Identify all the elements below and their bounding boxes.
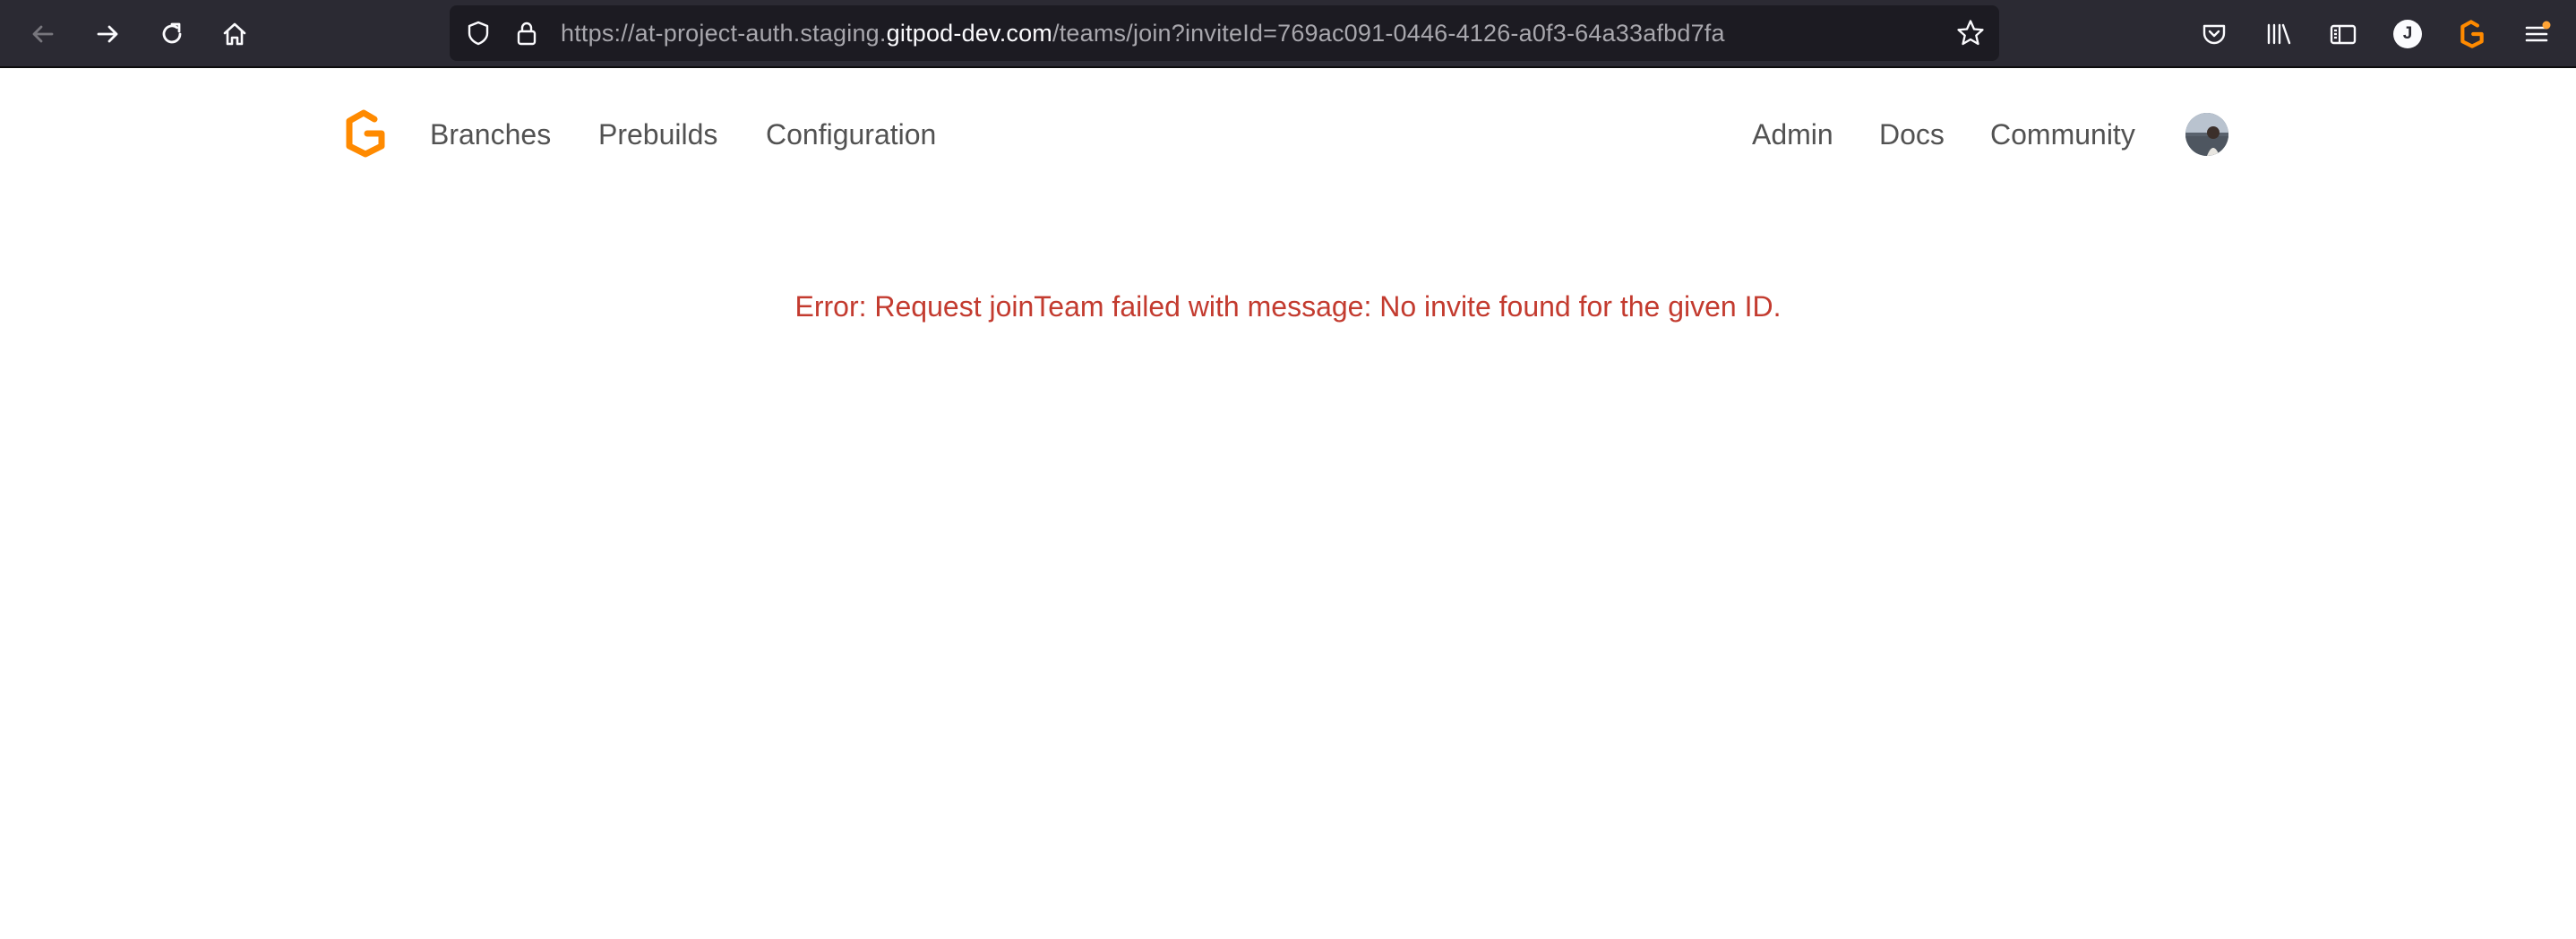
back-icon: [32, 25, 54, 43]
home-button[interactable]: [213, 13, 256, 56]
pocket-icon: [2202, 24, 2226, 45]
back-button[interactable]: [21, 13, 64, 56]
home-icon: [223, 22, 246, 46]
url-path: /teams/join?inviteId=769ac091-0446-4126-…: [1052, 20, 1725, 47]
reload-icon: [162, 22, 182, 44]
user-avatar[interactable]: [2185, 113, 2228, 156]
lock-icon[interactable]: [511, 17, 543, 49]
forward-icon: [97, 25, 118, 43]
menu-button[interactable]: [2515, 13, 2558, 56]
nav-community[interactable]: Community: [1990, 115, 2135, 154]
menu-icon: [2525, 21, 2551, 42]
sidebar-icon: [2330, 24, 2357, 45]
gitpod-logo-icon[interactable]: [342, 109, 389, 158]
shield-icon[interactable]: [462, 17, 494, 49]
pocket-button[interactable]: [2193, 13, 2236, 56]
url-host: gitpod-dev.com: [886, 20, 1053, 47]
library-button[interactable]: [2257, 13, 2300, 56]
user-avatar-image: [2185, 113, 2228, 156]
nav-branches[interactable]: Branches: [430, 115, 551, 154]
nav-configuration[interactable]: Configuration: [766, 115, 936, 154]
gitpod-extension-icon: [2460, 20, 2484, 48]
browser-toolbar: https://at-project-auth.staging.gitpod-d…: [0, 0, 2576, 68]
nav-admin[interactable]: Admin: [1752, 115, 1833, 154]
nav-docs[interactable]: Docs: [1879, 115, 1945, 154]
error-message: Error: Request joinTeam failed with mess…: [794, 290, 1782, 323]
nav-prebuilds[interactable]: Prebuilds: [598, 115, 717, 154]
url-bar[interactable]: https://at-project-auth.staging.gitpod-d…: [450, 5, 1999, 61]
app-header: Branches Prebuilds Configuration Admin D…: [0, 68, 2576, 202]
url-prefix: https://at-project-auth.staging.: [561, 20, 887, 47]
library-icon: [2267, 23, 2291, 45]
gitpod-extension-button[interactable]: [2451, 13, 2494, 56]
reload-button[interactable]: [150, 13, 193, 56]
forward-button[interactable]: [86, 13, 129, 56]
sidebar-button[interactable]: [2322, 13, 2365, 56]
account-avatar-badge: J: [2393, 20, 2422, 48]
bookmark-star-icon[interactable]: [1954, 17, 1987, 49]
account-extension-button[interactable]: J: [2386, 13, 2429, 56]
url-text[interactable]: https://at-project-auth.staging.gitpod-d…: [561, 5, 1725, 61]
